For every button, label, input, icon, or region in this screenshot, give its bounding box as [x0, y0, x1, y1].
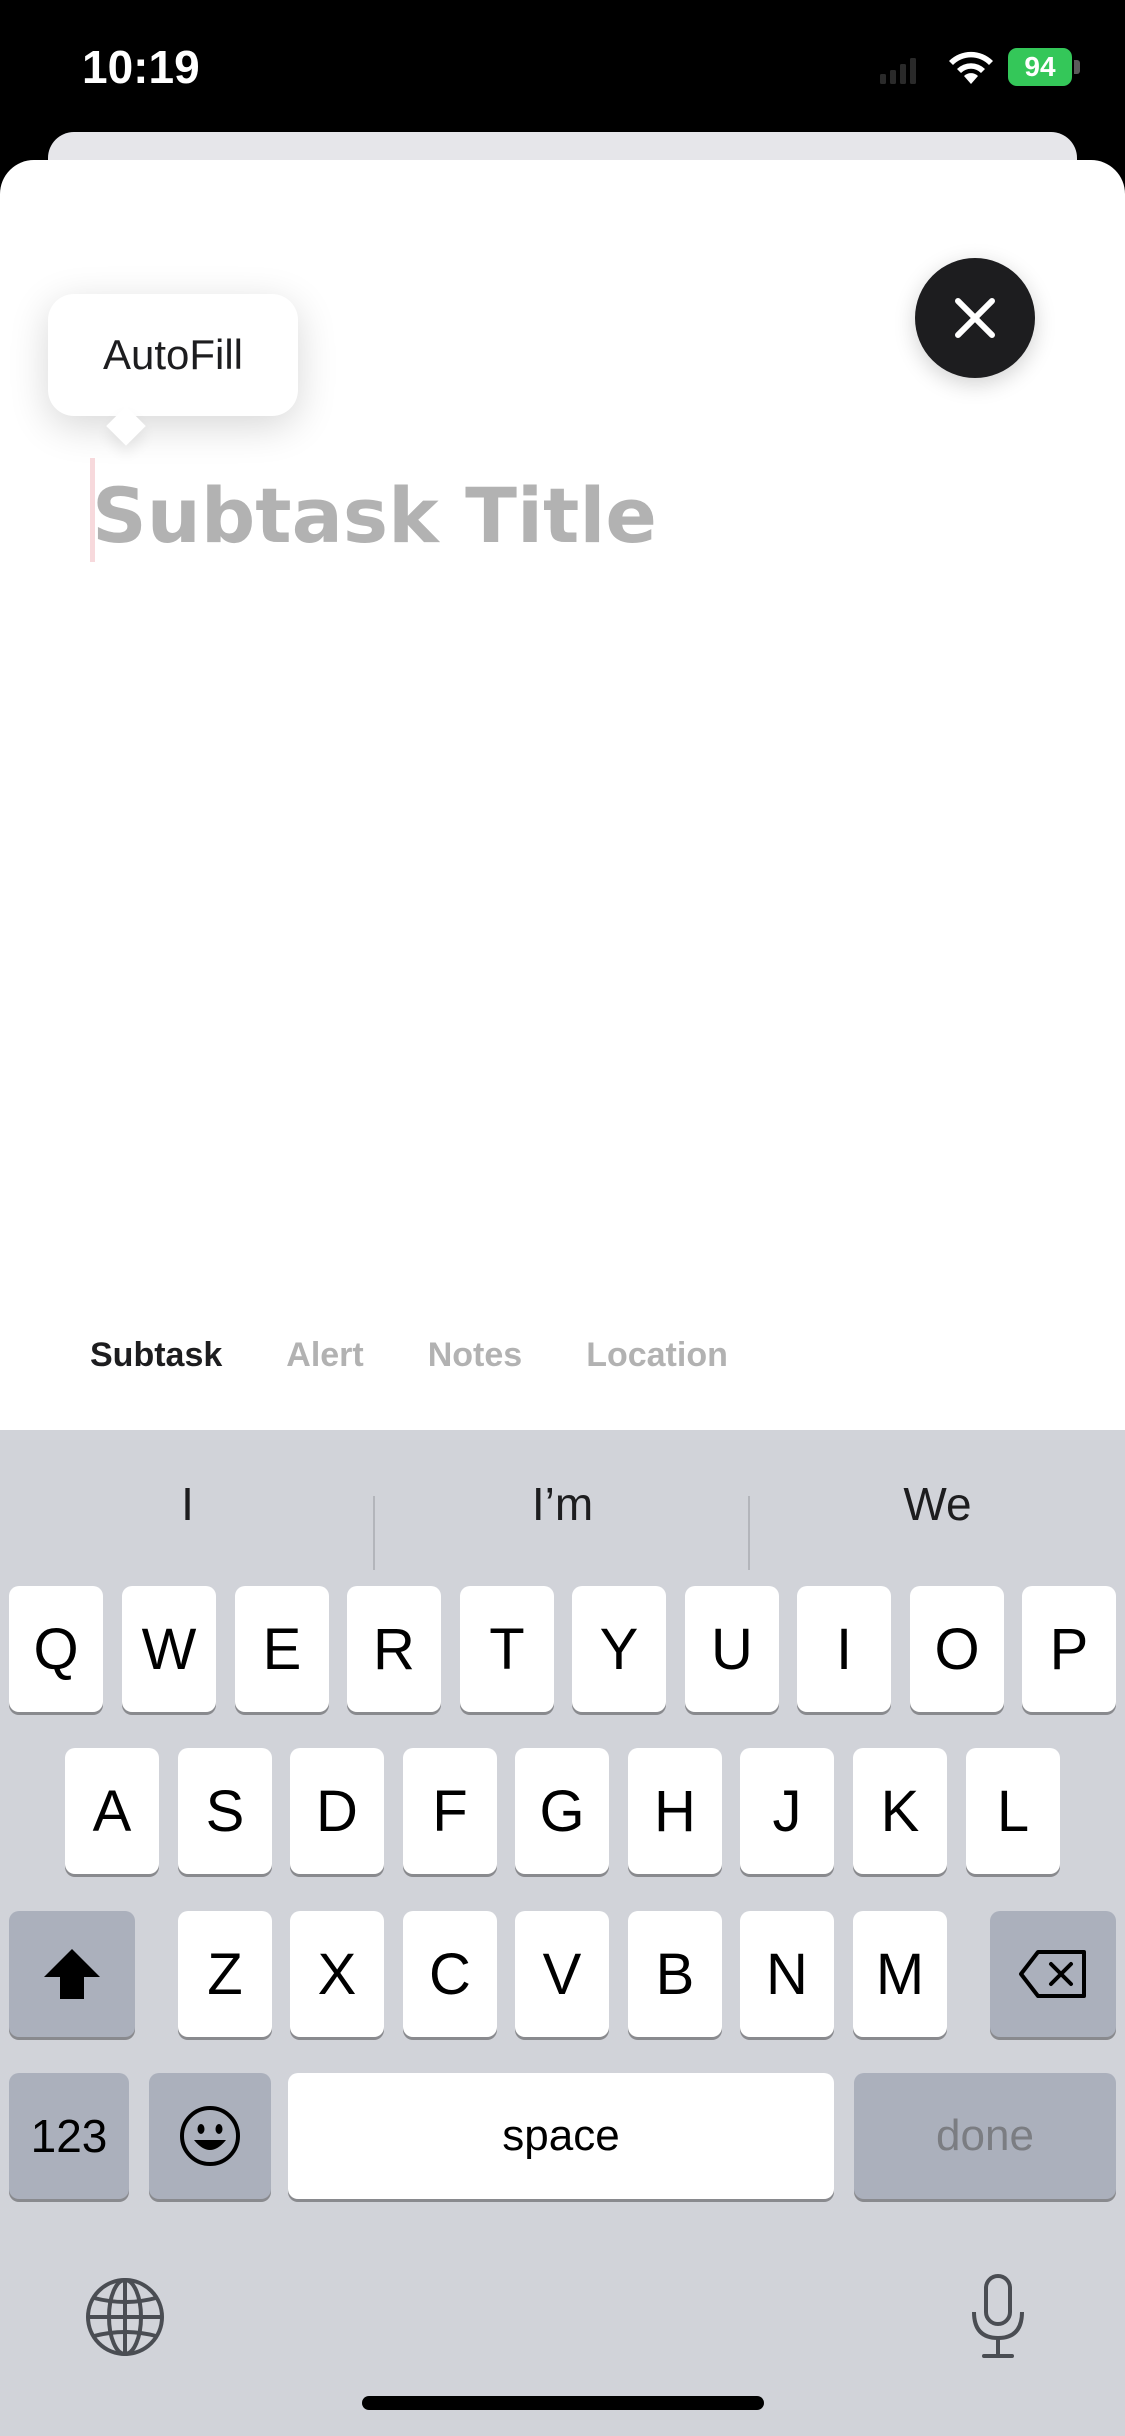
numbers-key[interactable]: 123 — [9, 2073, 129, 2199]
key-j[interactable]: J — [740, 1748, 834, 1874]
key-k[interactable]: K — [853, 1748, 947, 1874]
battery-nub — [1074, 60, 1080, 74]
key-o[interactable]: O — [910, 1586, 1004, 1712]
key-p[interactable]: P — [1022, 1586, 1116, 1712]
battery-level: 94 — [1008, 48, 1072, 86]
suggestion-3[interactable]: We — [750, 1464, 1125, 1544]
status-bar: 10:19 94 — [0, 0, 1125, 140]
status-time: 10:19 — [82, 41, 200, 93]
space-key[interactable]: space — [288, 2073, 834, 2199]
key-b[interactable]: B — [628, 1911, 722, 2037]
key-x[interactable]: X — [290, 1911, 384, 2037]
key-u[interactable]: U — [685, 1586, 779, 1712]
subtask-title-input[interactable] — [92, 460, 992, 570]
shift-key[interactable] — [9, 1911, 135, 2037]
emoji-key[interactable] — [149, 2073, 271, 2199]
delete-key[interactable] — [990, 1911, 1116, 2037]
suggestion-2[interactable]: I’m — [375, 1464, 750, 1544]
key-g[interactable]: G — [515, 1748, 609, 1874]
key-z[interactable]: Z — [178, 1911, 272, 2037]
globe-icon[interactable] — [84, 2276, 166, 2358]
tab-bar: Subtask Alert Notes Location — [90, 1336, 792, 1396]
cellular-signal-icon — [880, 58, 916, 84]
done-key[interactable]: done — [854, 2073, 1116, 2199]
subtask-sheet: AutoFill Subtask Alert Notes Location — [0, 160, 1125, 1430]
backspace-icon — [1019, 1950, 1086, 1998]
home-indicator — [362, 2396, 764, 2410]
key-w[interactable]: W — [122, 1586, 216, 1712]
key-q[interactable]: Q — [9, 1586, 103, 1712]
key-y[interactable]: Y — [572, 1586, 666, 1712]
key-m[interactable]: M — [853, 1911, 947, 2037]
key-t[interactable]: T — [460, 1586, 554, 1712]
key-e[interactable]: E — [235, 1586, 329, 1712]
tab-subtask[interactable]: Subtask — [90, 1336, 222, 1396]
key-l[interactable]: L — [966, 1748, 1060, 1874]
key-r[interactable]: R — [347, 1586, 441, 1712]
emoji-icon — [180, 2106, 240, 2166]
key-i[interactable]: I — [797, 1586, 891, 1712]
key-f[interactable]: F — [403, 1748, 497, 1874]
battery-icon: 94 — [1008, 48, 1080, 86]
key-s[interactable]: S — [178, 1748, 272, 1874]
key-a[interactable]: A — [65, 1748, 159, 1874]
keyboard: I I’m We Q W E R T Y U I O P A S D F G H… — [0, 1430, 1125, 2436]
key-v[interactable]: V — [515, 1911, 609, 2037]
key-c[interactable]: C — [403, 1911, 497, 2037]
tab-notes[interactable]: Notes — [428, 1336, 522, 1396]
suggestion-1[interactable]: I — [0, 1464, 375, 1544]
autofill-button[interactable]: AutoFill — [48, 294, 298, 416]
shift-icon — [44, 1949, 100, 1999]
close-icon — [955, 298, 995, 338]
wifi-icon — [949, 51, 993, 84]
key-d[interactable]: D — [290, 1748, 384, 1874]
tab-alert[interactable]: Alert — [286, 1336, 363, 1396]
key-h[interactable]: H — [628, 1748, 722, 1874]
microphone-icon[interactable] — [968, 2272, 1028, 2362]
key-n[interactable]: N — [740, 1911, 834, 2037]
close-button[interactable] — [915, 258, 1035, 378]
suggestion-bar: I I’m We — [0, 1464, 1125, 1570]
tab-location[interactable]: Location — [586, 1336, 728, 1396]
